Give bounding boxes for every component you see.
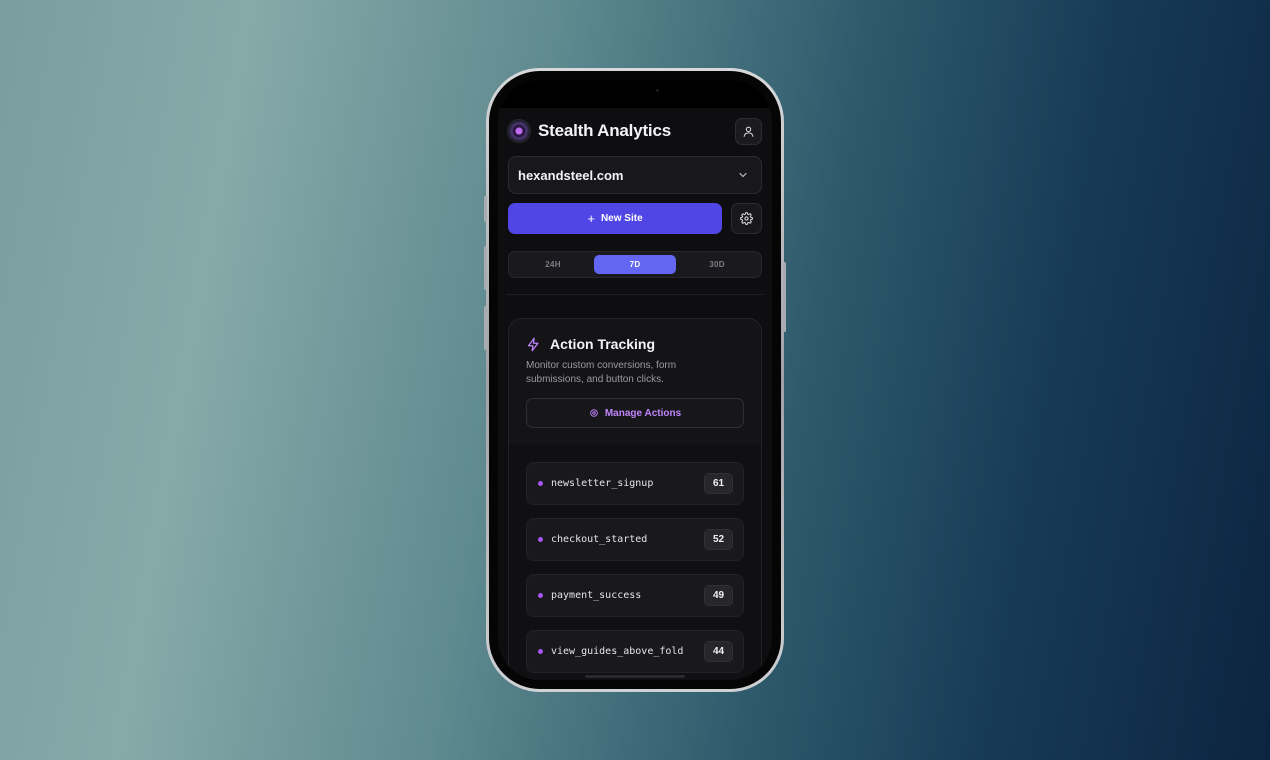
account-button[interactable] bbox=[735, 117, 762, 145]
action-count-badge: 52 bbox=[704, 529, 733, 550]
bolt-icon bbox=[527, 337, 539, 351]
action-count-badge: 61 bbox=[704, 473, 733, 494]
list-item-left: payment_success bbox=[538, 590, 641, 601]
status-dot bbox=[538, 537, 543, 542]
status-dot bbox=[538, 649, 543, 654]
status-dot bbox=[538, 593, 543, 598]
action-name: checkout_started bbox=[551, 534, 648, 545]
side-button-action bbox=[484, 196, 487, 222]
action-tracking-header: Action Tracking Monitor custom conversio… bbox=[509, 319, 761, 444]
manage-actions-button[interactable]: Manage Actions bbox=[526, 398, 744, 428]
gear-icon bbox=[740, 212, 753, 225]
side-button-volume-down bbox=[484, 306, 487, 350]
action-list: newsletter_signup 61 checkout_started 52 bbox=[509, 444, 761, 680]
list-item-left: view_guides_above_fold bbox=[538, 646, 683, 657]
action-name: payment_success bbox=[551, 590, 642, 601]
app-title: Stealth Analytics bbox=[538, 121, 671, 140]
list-item-left: newsletter_signup bbox=[538, 478, 653, 489]
time-range-tabs: 24H 7D 30D bbox=[508, 251, 762, 278]
app-logo bbox=[508, 120, 530, 142]
list-item[interactable]: payment_success 49 bbox=[526, 574, 744, 617]
top-bar: Stealth Analytics bbox=[508, 108, 762, 154]
new-site-button[interactable]: + New Site bbox=[508, 203, 722, 234]
user-icon bbox=[743, 126, 754, 137]
gear-icon bbox=[590, 409, 598, 417]
site-actions: + New Site bbox=[508, 203, 762, 234]
home-indicator bbox=[585, 675, 685, 678]
app-screen: Stealth Analytics hexandsteel.com + New … bbox=[498, 80, 772, 680]
action-count-badge: 44 bbox=[704, 641, 733, 662]
app-content: Stealth Analytics hexandsteel.com + New … bbox=[498, 108, 772, 680]
manage-actions-label: Manage Actions bbox=[604, 407, 682, 419]
section-divider bbox=[506, 294, 764, 295]
phone-frame: Stealth Analytics hexandsteel.com + New … bbox=[484, 68, 786, 692]
site-selector[interactable]: hexandsteel.com bbox=[508, 156, 762, 194]
side-button-power bbox=[783, 262, 786, 332]
card-description: Monitor custom conversions, form submiss… bbox=[526, 360, 677, 385]
side-button-volume-up bbox=[484, 246, 487, 290]
chevron-down-icon bbox=[739, 172, 747, 178]
action-name: newsletter_signup bbox=[551, 478, 654, 489]
list-item-left: checkout_started bbox=[538, 534, 647, 545]
list-item[interactable]: checkout_started 52 bbox=[526, 518, 744, 561]
tab-24h[interactable]: 24H bbox=[512, 255, 594, 274]
tab-30d[interactable]: 30D bbox=[676, 255, 758, 274]
card-title: Action Tracking bbox=[550, 336, 656, 352]
list-item[interactable]: view_guides_above_fold 44 bbox=[526, 630, 744, 673]
card-title-row: Action Tracking bbox=[526, 336, 744, 352]
new-site-label: New Site bbox=[600, 213, 643, 224]
status-dot bbox=[538, 481, 543, 486]
dynamic-island bbox=[571, 80, 699, 108]
phone-bezel: Stealth Analytics hexandsteel.com + New … bbox=[489, 71, 781, 689]
plus-icon: + bbox=[587, 211, 595, 226]
site-selector-value: hexandsteel.com bbox=[518, 167, 624, 183]
action-tracking-card: Action Tracking Monitor custom conversio… bbox=[508, 318, 762, 680]
brand: Stealth Analytics bbox=[508, 120, 671, 142]
tab-7d[interactable]: 7D bbox=[594, 255, 676, 274]
action-name: view_guides_above_fold bbox=[551, 646, 684, 657]
list-item[interactable]: newsletter_signup 61 bbox=[526, 462, 744, 505]
site-settings-button[interactable] bbox=[731, 203, 762, 234]
action-count-badge: 49 bbox=[704, 585, 733, 606]
